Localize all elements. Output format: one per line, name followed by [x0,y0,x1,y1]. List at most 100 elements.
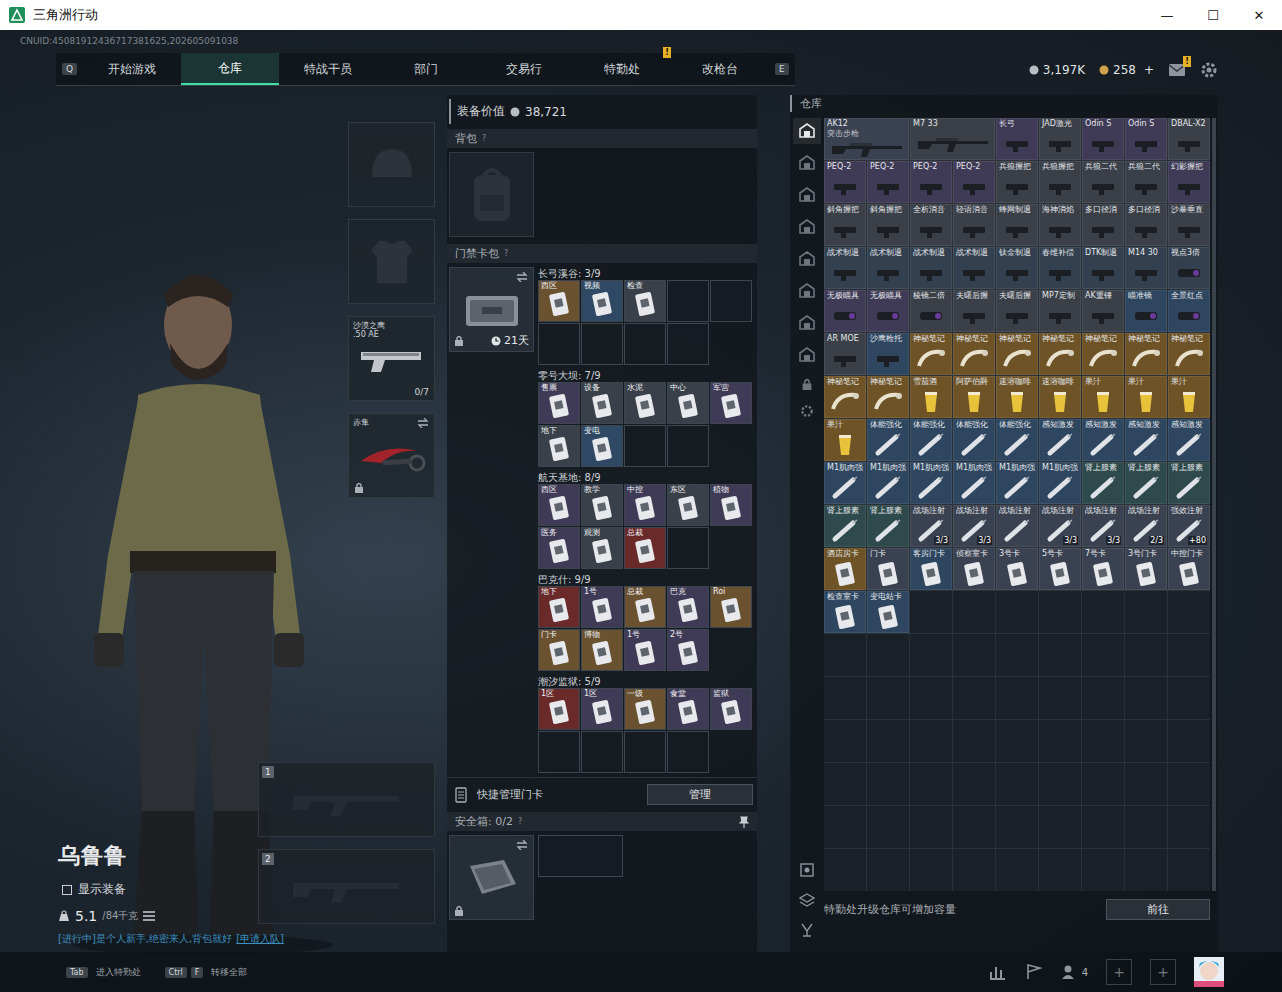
warehouse-item[interactable]: 斜角握把 [867,204,909,246]
safebox-item-slot[interactable] [538,835,623,877]
invite-slot[interactable]: + [1106,959,1132,985]
warehouse-item[interactable]: PEQ-2 [953,161,995,203]
keycard-item[interactable]: 西区 [538,280,580,322]
swap-icon[interactable] [516,272,528,282]
warehouse-item[interactable]: 沙暴垂直 [1168,204,1210,246]
player-avatar[interactable] [1194,957,1224,987]
keycard-item[interactable]: 观测 [581,527,623,569]
settings-gear-icon[interactable] [800,404,814,418]
nav-tab[interactable]: 特勤处! [573,53,671,85]
keycard-item[interactable]: 1区 [538,688,580,730]
keycard-item[interactable]: 军营 [710,382,752,424]
nav-prev-key[interactable]: Q [62,63,77,75]
warehouse-item[interactable]: 轻语消音 [953,204,995,246]
keycard-item[interactable]: 中心 [667,382,709,424]
keycard-item[interactable]: 售票 [538,382,580,424]
pistol-slot[interactable]: 沙漠之鹰.50 AE0/7 [348,316,435,401]
layers-icon[interactable] [799,892,815,908]
warehouse-item[interactable]: 长弓 [996,118,1038,160]
warehouse-item[interactable]: 感知激发 [1082,419,1124,461]
warehouse-item[interactable]: 战术制退 [824,247,866,289]
warehouse-item[interactable]: 战场注射3/3 [1082,505,1124,547]
warehouse-item[interactable]: 门卡 [867,548,909,590]
warehouse-item[interactable]: 中控门卡 [1168,548,1210,590]
empty-keycard-slot[interactable] [538,323,580,365]
warehouse-item[interactable]: 神秘笔记 [1168,333,1210,375]
warehouse-item[interactable]: M1肌肉强 [910,462,952,504]
keycard-item[interactable]: 食堂 [667,688,709,730]
warehouse-item[interactable]: M1肌肉强 [867,462,909,504]
warehouse-item[interactable]: 战场注射2/3 [1125,505,1167,547]
warehouse-item[interactable]: 雪茄酒 [910,376,952,418]
warehouse-item[interactable]: 沙鹰枪托 [867,333,909,375]
warehouse-tab[interactable] [793,342,821,368]
warehouse-item[interactable]: 棱镜二倍 [910,290,952,332]
warehouse-item[interactable]: 多口径消 [1125,204,1167,246]
warehouse-item[interactable]: JAD激光 [1039,118,1081,160]
warehouse-item[interactable]: 7号卡 [1082,548,1124,590]
warehouse-tab[interactable] [793,214,821,240]
empty-keycard-slot[interactable] [581,323,623,365]
warehouse-item[interactable]: 无极瞄具 [824,290,866,332]
empty-keycard-slot[interactable] [667,280,709,322]
knife-slot[interactable]: 赤隼 [348,413,435,498]
warehouse-item[interactable]: 神秘笔记 [996,333,1038,375]
keycard-item[interactable]: 地下 [538,425,580,467]
keycard-item[interactable]: 博物 [581,629,623,671]
warehouse-item[interactable]: 肾上腺素 [1125,462,1167,504]
warehouse-item[interactable]: 果汁 [1125,376,1167,418]
warehouse-tab[interactable] [793,118,821,144]
keycard-case-slot[interactable]: 21天 [449,267,534,352]
empty-keycard-slot[interactable] [667,527,709,569]
warehouse-item[interactable]: 肾上腺素 [867,505,909,547]
warehouse-item[interactable]: 海神消焰 [1039,204,1081,246]
window-control-button[interactable]: — [1144,0,1190,30]
warehouse-item[interactable]: 速溶咖啡 [1039,376,1081,418]
warehouse-item[interactable]: 神秘笔记 [824,376,866,418]
backpack-slot[interactable] [449,152,534,237]
warehouse-item[interactable]: 果汁 [824,419,866,461]
window-control-button[interactable]: ✕ [1236,0,1282,30]
warehouse-tab[interactable] [793,150,821,176]
keycard-item[interactable]: 检查 [624,280,666,322]
swap-icon[interactable] [417,418,429,428]
warehouse-tab[interactable] [793,278,821,304]
warehouse-item[interactable]: 夫曙后握 [953,290,995,332]
warehouse-item[interactable]: DBAL-X2 [1168,118,1210,160]
key-hint[interactable]: CtrlF转移全部 [165,966,248,979]
warehouse-item[interactable]: 兵狼握把 [1039,161,1081,203]
warehouse-item[interactable]: 感知激发 [1039,419,1081,461]
keycard-item[interactable]: 中控 [624,484,666,526]
warehouse-item[interactable]: 检查室卡 [824,591,866,633]
sort-icon[interactable] [799,862,815,878]
keycard-item[interactable]: 1号 [624,629,666,671]
warehouse-item[interactable]: 斜角握把 [824,204,866,246]
keycard-item[interactable]: 西区 [538,484,580,526]
warehouse-item[interactable]: 果汁 [1082,376,1124,418]
warehouse-item[interactable]: 兵狼握把 [996,161,1038,203]
stats-icon[interactable] [989,964,1007,980]
manage-button[interactable]: 管理 [647,784,753,805]
warehouse-item[interactable]: 3号卡 [996,548,1038,590]
warehouse-item[interactable]: 全析消音 [910,204,952,246]
warehouse-item[interactable]: M7 33 [910,118,995,160]
keycard-item[interactable]: 变电 [581,425,623,467]
pin-icon[interactable] [739,816,749,828]
tidy-icon[interactable] [799,922,815,938]
empty-keycard-slot[interactable] [667,731,709,773]
warehouse-item[interactable]: 速溶咖啡 [996,376,1038,418]
warehouse-item[interactable]: 神秘笔记 [910,333,952,375]
warehouse-item[interactable]: 阿萨伯爵 [953,376,995,418]
warehouse-item[interactable]: Odin S [1082,118,1124,160]
warehouse-item[interactable]: 兵狼二代 [1125,161,1167,203]
warehouse-item[interactable]: 神秘笔记 [867,376,909,418]
add-token-button[interactable]: + [1144,63,1154,77]
empty-keycard-slot[interactable] [624,323,666,365]
warehouse-item[interactable]: M14 30 [1125,247,1167,289]
warehouse-item[interactable]: AK重锤 [1082,290,1124,332]
warehouse-item[interactable]: 强效注射+80 [1168,505,1210,547]
empty-keycard-slot[interactable] [538,731,580,773]
warehouse-item[interactable]: 战场注射3/3 [1039,505,1081,547]
keycard-item[interactable]: 一级 [624,688,666,730]
warehouse-item[interactable]: 5号卡 [1039,548,1081,590]
